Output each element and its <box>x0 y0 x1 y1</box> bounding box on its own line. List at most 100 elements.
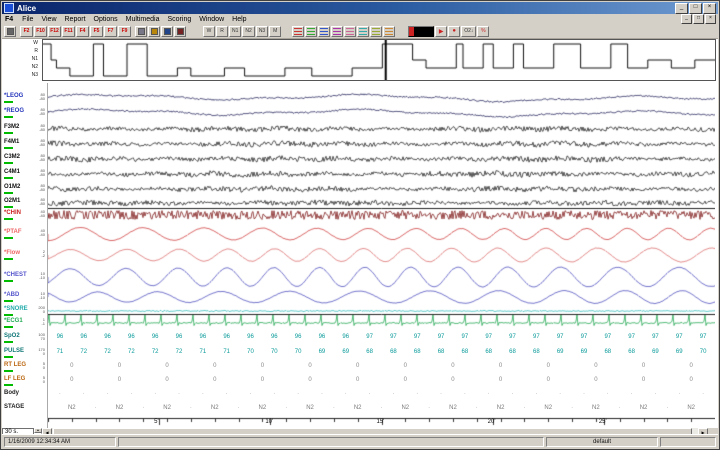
fkey-f11-button[interactable]: F11 <box>62 25 75 37</box>
minimize-button[interactable]: _ <box>675 2 688 14</box>
time-axis-label: 15' <box>376 419 385 425</box>
menu-file[interactable]: File <box>18 16 37 23</box>
mdi-minimize-button[interactable]: _ <box>681 14 692 24</box>
body-position-mark: · <box>440 391 443 397</box>
stage-epoch-dot: · <box>428 405 431 411</box>
event-squiggle-icon <box>307 27 316 35</box>
channel-label-snore: *SNORE <box>4 306 28 312</box>
spo2-value: 96 <box>151 334 159 340</box>
calibration-mark <box>4 147 13 149</box>
hypnogram-stage-label: N2 <box>31 64 38 70</box>
settings-icon[interactable] <box>174 25 186 37</box>
o2-desat-button[interactable]: O2↓ <box>461 25 477 37</box>
body-position-mark: · <box>654 391 657 397</box>
body-position-mark: · <box>154 391 157 397</box>
event-squiggle-icon <box>359 27 368 35</box>
menu-window[interactable]: Window <box>195 16 228 23</box>
spo2-value: 96 <box>56 334 64 340</box>
rt-leg-value: 0 <box>689 363 693 369</box>
event-marker-6-button[interactable] <box>357 25 370 37</box>
menu-help[interactable]: Help <box>228 16 250 23</box>
stage-key-n2-button[interactable]: N2 <box>242 25 255 37</box>
body-position-mark: · <box>416 391 419 397</box>
hypnogram-stage-label: R <box>34 48 38 54</box>
event-marker-7-button[interactable] <box>370 25 383 37</box>
stage-epoch-dot: · <box>237 405 240 411</box>
rt-leg-value: 0 <box>308 363 312 369</box>
stage-key-n1-button[interactable]: N1 <box>229 25 242 37</box>
maximize-button[interactable]: □ <box>689 2 702 14</box>
event-marker-1-button[interactable] <box>292 25 305 37</box>
event-marker-2-button[interactable] <box>305 25 318 37</box>
calibration-mark <box>4 206 13 208</box>
clock-icon[interactable] <box>148 25 160 37</box>
fkey-f2-button[interactable]: F2 <box>20 25 33 37</box>
zoom-percent-button[interactable]: % <box>477 25 490 37</box>
toolbar: F2 F10 F12 F11 F4 F5 F7 F9 W R N1 N2 N3 M ▶ ● O2↓% <box>2 24 718 39</box>
calibration-mark <box>4 192 13 194</box>
mdi-restore-button[interactable]: □ <box>693 14 704 24</box>
menu-scoring[interactable]: Scoring <box>164 16 196 23</box>
scissors-icon[interactable] <box>135 25 147 37</box>
print-icon[interactable] <box>4 25 16 37</box>
channel-scale: 80 -80 <box>39 138 45 147</box>
menu-view[interactable]: View <box>37 16 60 23</box>
status-timestamp: 1/16/2009 12:34:34 AM <box>4 436 116 447</box>
channel-scale: 10 -10 <box>39 291 45 300</box>
body-position-mark: · <box>82 391 85 397</box>
body-position-mark: · <box>463 391 466 397</box>
event-squiggle-icon <box>333 27 342 35</box>
menu-report[interactable]: Report <box>61 16 90 23</box>
body-position-mark: · <box>320 391 323 397</box>
rt-leg-value: 0 <box>260 363 265 369</box>
stage-key-r-button[interactable]: R <box>216 25 228 37</box>
body-position-mark: · <box>273 391 276 397</box>
spo2-value: 97 <box>413 334 421 340</box>
mdi-close-button[interactable]: × <box>705 14 716 24</box>
pulse-value: 68 <box>390 349 397 355</box>
menu-multimedia[interactable]: Multimedia <box>122 16 164 23</box>
hypnogram-canvas[interactable] <box>43 40 715 80</box>
stage-key-m-button[interactable]: M <box>269 25 282 37</box>
pulse-value: 71 <box>56 349 64 355</box>
stage-key-w-button[interactable]: W <box>203 25 215 37</box>
marker-icon[interactable] <box>161 25 173 37</box>
fkey-f9-button[interactable]: F9 <box>118 25 131 37</box>
close-button[interactable]: × <box>703 2 716 14</box>
time-axis-label: 5' <box>154 419 159 425</box>
event-marker-8-button[interactable] <box>383 25 396 37</box>
event-marker-3-button[interactable] <box>318 25 331 37</box>
body-position-mark: · <box>201 391 204 397</box>
pulse-value: 70 <box>294 349 302 355</box>
spo2-value: 96 <box>342 334 350 340</box>
event-marker-5-button[interactable] <box>344 25 357 37</box>
play-button[interactable]: ▶ <box>435 25 448 37</box>
menu-options[interactable]: Options <box>90 16 122 23</box>
spo2-value: 97 <box>437 334 445 340</box>
spo2-value: 96 <box>318 334 326 340</box>
status-message-panel <box>118 436 544 447</box>
channel-label-chest: *CHEST <box>4 272 27 278</box>
app-icon <box>4 3 14 13</box>
body-position-mark: · <box>678 391 681 397</box>
calibration-mark <box>4 101 13 103</box>
fkey-f12-button[interactable]: F12 <box>48 25 61 37</box>
fkey-f5-button[interactable]: F5 <box>90 25 103 37</box>
event-marker-4-button[interactable] <box>331 25 344 37</box>
fkey-f7-button[interactable]: F7 <box>104 25 117 37</box>
time-axis-label: 25' <box>598 419 607 425</box>
body-position-mark: · <box>702 391 705 397</box>
pulse-value: 72 <box>151 349 159 355</box>
spo2-value: 96 <box>223 334 230 340</box>
recording-tab-label[interactable]: F4 <box>5 16 13 23</box>
record-button[interactable]: ● <box>448 25 461 37</box>
menubar: F4 File View Report Options Multimedia Scorin… <box>2 14 718 24</box>
video-bar-button[interactable] <box>408 25 435 37</box>
stage-key-n3-button[interactable]: N3 <box>255 25 269 37</box>
channel-label-reog: *REOG <box>4 108 25 114</box>
fkey-f10-button[interactable]: F10 <box>34 25 47 37</box>
lf-leg-value: 0 <box>165 377 169 383</box>
rt-leg-value: 0 <box>641 363 646 369</box>
fkey-f4-button[interactable]: F4 <box>76 25 89 37</box>
pulse-value: 71 <box>223 349 230 355</box>
